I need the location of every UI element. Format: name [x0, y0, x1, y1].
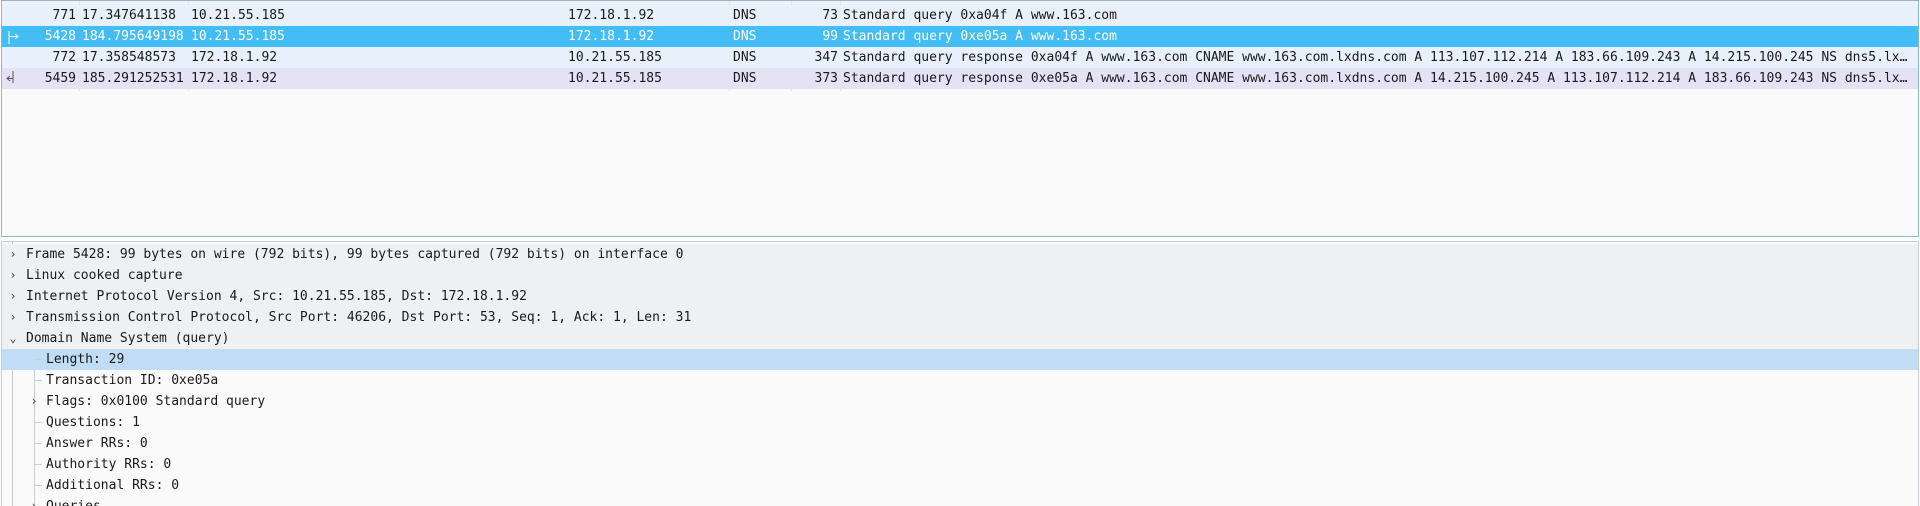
tree-item-tcp[interactable]: › Transmission Control Protocol, Src Por…	[2, 307, 1918, 328]
tree-item-label: Transmission Control Protocol, Src Port:…	[26, 310, 692, 325]
packet-number: 771	[52, 8, 76, 23]
packet-time: 17.347641138	[82, 8, 176, 23]
tree-item-transaction-id[interactable]: Transaction ID: 0xe05a	[2, 370, 1918, 391]
tree-item-label: Frame 5428: 99 bytes on wire (792 bits),…	[26, 247, 684, 262]
tree-item-label: Questions: 1	[46, 415, 140, 430]
packet-protocol: DNS	[733, 71, 757, 86]
tree-branch-line	[34, 464, 42, 465]
tree-item-authority-rrs[interactable]: Authority RRs: 0	[2, 454, 1918, 475]
packet-time: 185.291252531	[82, 71, 184, 86]
packet-row[interactable]: 771 17.347641138 10.21.55.185 172.18.1.9…	[2, 5, 1918, 26]
chevron-right-icon[interactable]: ›	[7, 307, 19, 328]
packet-list-pane[interactable]: 771 17.347641138 10.21.55.185 172.18.1.9…	[1, 0, 1919, 237]
packet-destination: 10.21.55.185	[568, 71, 662, 86]
tree-item-label: Internet Protocol Version 4, Src: 10.21.…	[26, 289, 527, 304]
packet-info: Standard query response 0xe05a A www.163…	[843, 71, 1915, 86]
packet-info: Standard query 0xe05a A www.163.com	[843, 29, 1117, 44]
packet-destination: 172.18.1.92	[568, 29, 655, 44]
tree-branch-line	[34, 380, 42, 381]
packet-length: 99	[822, 29, 838, 44]
chevron-right-icon[interactable]: ›	[28, 496, 40, 506]
packet-source: 172.18.1.92	[191, 50, 278, 65]
tree-item-flags[interactable]: › Flags: 0x0100 Standard query	[2, 391, 1918, 412]
tree-item-label: Answer RRs: 0	[46, 436, 148, 451]
tree-item-queries[interactable]: › Queries	[2, 496, 1918, 506]
tree-item-label: Transaction ID: 0xe05a	[46, 373, 219, 388]
packet-protocol: DNS	[733, 29, 757, 44]
packet-number: 772	[52, 50, 76, 65]
packet-length: 373	[814, 71, 838, 86]
tree-branch-line	[34, 443, 42, 444]
packet-source: 172.18.1.92	[191, 71, 278, 86]
chevron-right-icon[interactable]: ›	[7, 286, 19, 307]
tree-branch-line	[34, 485, 42, 486]
packet-info: Standard query response 0xa04f A www.163…	[843, 50, 1915, 65]
packet-number: 5428	[44, 29, 76, 44]
packet-row[interactable]: 5459 185.291252531 172.18.1.92 10.21.55.…	[2, 68, 1918, 89]
packet-details-pane[interactable]: › Frame 5428: 99 bytes on wire (792 bits…	[1, 241, 1919, 506]
packet-length: 347	[814, 50, 838, 65]
packet-row[interactable]: 772 17.358548573 172.18.1.92 10.21.55.18…	[2, 47, 1918, 68]
tree-item-label: Flags: 0x0100 Standard query	[46, 394, 266, 409]
tree-item-label: Additional RRs: 0	[46, 478, 180, 493]
chevron-right-icon[interactable]: ›	[28, 391, 40, 412]
packet-protocol: DNS	[733, 50, 757, 65]
packet-destination: 10.21.55.185	[568, 50, 662, 65]
packet-info: Standard query 0xa04f A www.163.com	[843, 8, 1117, 23]
packet-number: 5459	[44, 71, 76, 86]
tree-item-label: Length: 29	[46, 352, 125, 367]
tree-branch-line	[34, 359, 42, 360]
packet-length: 73	[822, 8, 838, 23]
tree-item-additional-rrs[interactable]: Additional RRs: 0	[2, 475, 1918, 496]
chevron-right-icon[interactable]: ›	[7, 244, 19, 265]
tree-item-label: Linux cooked capture	[26, 268, 183, 283]
tree-item-label: Domain Name System (query)	[26, 331, 230, 346]
chevron-down-icon[interactable]: ⌄	[7, 328, 19, 349]
packet-destination: 172.18.1.92	[568, 8, 655, 23]
tree-item-linux-cooked-capture[interactable]: › Linux cooked capture	[2, 265, 1918, 286]
packet-source: 10.21.55.185	[191, 29, 285, 44]
packet-row-selected[interactable]: 5428 184.795649198 10.21.55.185 172.18.1…	[2, 26, 1918, 47]
tree-branch-line	[34, 422, 42, 423]
packet-source: 10.21.55.185	[191, 8, 285, 23]
tree-item-answer-rrs[interactable]: Answer RRs: 0	[2, 433, 1918, 454]
tree-item-ipv4[interactable]: › Internet Protocol Version 4, Src: 10.2…	[2, 286, 1918, 307]
tree-item-label: Authority RRs: 0	[46, 457, 172, 472]
packet-time: 17.358548573	[82, 50, 176, 65]
tree-item-frame[interactable]: › Frame 5428: 99 bytes on wire (792 bits…	[2, 244, 1918, 265]
tree-item-label: Queries	[46, 496, 101, 506]
tree-item-dns[interactable]: ⌄ Domain Name System (query)	[2, 328, 1918, 349]
packet-time: 184.795649198	[82, 29, 184, 44]
chevron-right-icon[interactable]: ›	[7, 265, 19, 286]
tree-item-dns-length[interactable]: Length: 29	[2, 349, 1918, 370]
packet-protocol: DNS	[733, 8, 757, 23]
tree-item-questions[interactable]: Questions: 1	[2, 412, 1918, 433]
